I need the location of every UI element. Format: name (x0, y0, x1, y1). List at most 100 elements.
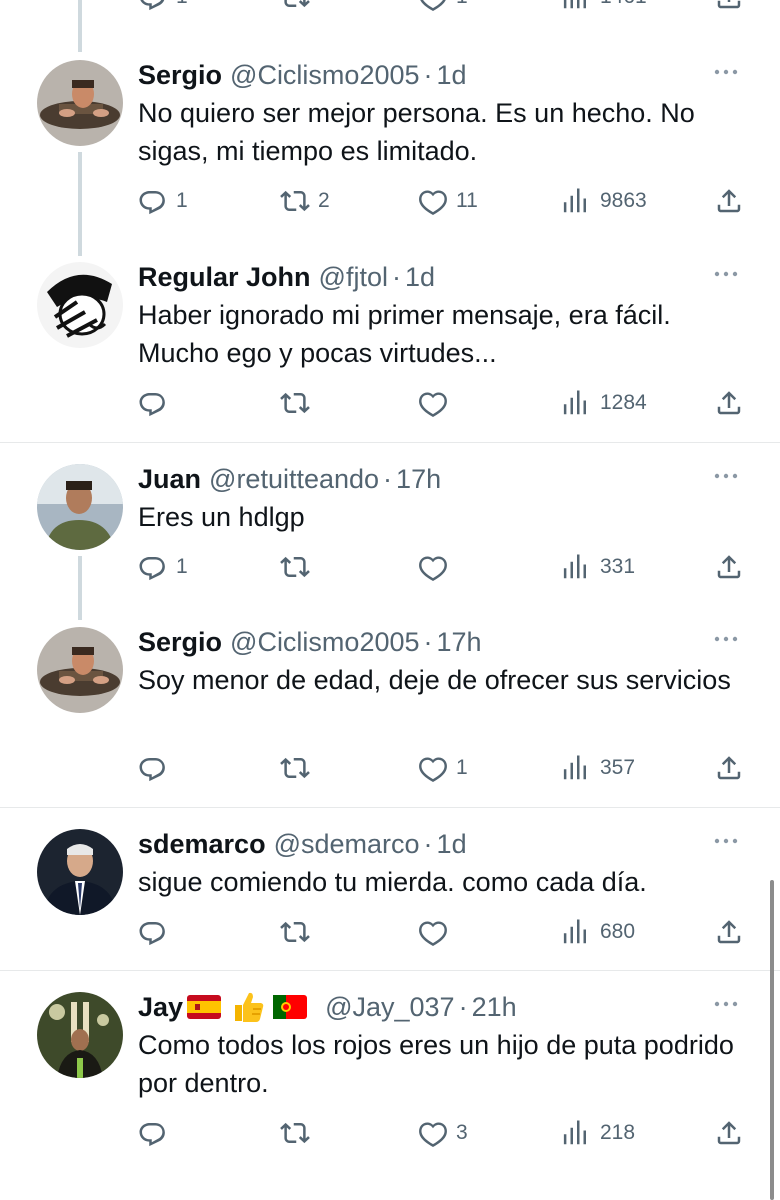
reply-button[interactable] (138, 917, 176, 947)
scrollbar[interactable] (770, 880, 774, 1200)
views-button[interactable]: 680 (562, 917, 635, 947)
heart-icon (418, 0, 448, 12)
user-handle[interactable]: @retuitteando (209, 464, 379, 495)
display-name[interactable]: sdemarco (138, 829, 266, 860)
more-icon[interactable] (714, 68, 738, 76)
avatar[interactable] (37, 60, 123, 146)
more-icon[interactable] (714, 1000, 738, 1008)
views-button[interactable]: 331 (562, 552, 635, 582)
separator-dot: · (423, 828, 433, 859)
portugal-flag-icon (273, 995, 308, 1019)
tweet-actions: 1 1 1461 (138, 0, 746, 12)
display-name[interactable]: Sergio (138, 627, 222, 658)
tweet-actions: 1 2 11 9863 (138, 186, 746, 216)
reply-icon (138, 753, 168, 783)
share-button[interactable] (714, 1118, 744, 1148)
reply-button[interactable]: 1 (138, 552, 188, 582)
reply-icon (138, 0, 168, 12)
retweet-button[interactable] (280, 552, 318, 582)
more-icon[interactable] (714, 635, 738, 643)
like-count: 1 (456, 756, 468, 779)
display-name[interactable]: Sergio (138, 60, 222, 91)
like-button[interactable]: 11 (418, 186, 478, 216)
like-button[interactable] (418, 552, 456, 582)
timestamp[interactable]: 17h (437, 627, 482, 658)
timestamp[interactable]: 17h (396, 464, 441, 495)
timestamp[interactable]: 1d (437, 60, 467, 91)
reply-button[interactable]: 1 (138, 186, 188, 216)
more-icon[interactable] (714, 837, 738, 845)
avatar[interactable] (37, 829, 123, 915)
display-name[interactable]: Regular John (138, 262, 311, 293)
share-icon (714, 186, 744, 216)
views-count: 1461 (600, 0, 647, 9)
tweet-header: Juan @retuitteando · 17h (138, 464, 740, 494)
timestamp[interactable]: 1d (405, 262, 435, 293)
avatar[interactable] (37, 262, 123, 348)
share-button[interactable] (714, 753, 744, 783)
reply-button[interactable]: 1 (138, 0, 188, 12)
reply-count: 1 (176, 555, 188, 578)
views-count: 9863 (600, 189, 647, 212)
views-button[interactable]: 1461 (562, 0, 647, 12)
retweet-icon (280, 753, 310, 783)
like-button[interactable]: 1 (418, 0, 468, 12)
views-count: 218 (600, 1121, 636, 1144)
tweet-header: sdemarco @sdemarco · 1d (138, 829, 740, 859)
user-handle[interactable]: @fjtol (319, 262, 388, 293)
views-button[interactable]: 357 (562, 753, 635, 783)
spain-flag-icon (187, 995, 222, 1019)
separator-dot: · (423, 626, 433, 657)
reply-button[interactable] (138, 753, 176, 783)
reply-icon (138, 186, 168, 216)
divider (0, 807, 780, 808)
retweet-button[interactable] (280, 753, 318, 783)
timestamp[interactable]: 21h (472, 992, 517, 1023)
views-button[interactable]: 218 (562, 1118, 635, 1148)
tweet-header: Sergio @Ciclismo2005 · 17h (138, 627, 740, 657)
user-handle[interactable]: @Jay_037 (325, 992, 455, 1023)
share-button[interactable] (714, 552, 744, 582)
user-handle[interactable]: @Ciclismo2005 (230, 627, 419, 658)
user-handle[interactable]: @sdemarco (274, 829, 420, 860)
retweet-button[interactable] (280, 917, 318, 947)
views-icon (562, 0, 592, 12)
retweet-icon (280, 186, 310, 216)
like-button[interactable] (418, 388, 456, 418)
tweet-text: Como todos los rojos eres un hijo de put… (138, 1030, 734, 1098)
retweet-button[interactable]: 2 (280, 186, 330, 216)
retweet-button[interactable] (280, 0, 310, 12)
heart-icon (418, 917, 448, 947)
share-button[interactable] (714, 0, 744, 12)
display-name[interactable]: Juan (138, 464, 201, 495)
reply-icon (138, 1118, 168, 1148)
share-button[interactable] (714, 917, 744, 947)
more-icon[interactable] (714, 472, 738, 480)
display-name[interactable]: Jay (138, 992, 183, 1023)
retweet-button[interactable] (280, 1118, 318, 1148)
like-button[interactable]: 1 (418, 753, 468, 783)
avatar[interactable] (37, 464, 123, 550)
views-icon (562, 552, 592, 582)
avatar[interactable] (37, 627, 123, 713)
like-button[interactable] (418, 917, 456, 947)
separator-dot: · (423, 59, 433, 90)
timestamp[interactable]: 1d (437, 829, 467, 860)
reply-button[interactable] (138, 1118, 176, 1148)
share-button[interactable] (714, 186, 744, 216)
like-button[interactable]: 3 (418, 1118, 468, 1148)
separator-dot: · (391, 261, 401, 292)
views-count: 331 (600, 555, 636, 578)
avatar[interactable] (37, 992, 123, 1078)
retweet-button[interactable] (280, 388, 318, 418)
user-handle[interactable]: @Ciclismo2005 (230, 60, 419, 91)
share-button[interactable] (714, 388, 744, 418)
views-icon (562, 1118, 592, 1148)
more-icon[interactable] (714, 270, 738, 278)
views-button[interactable]: 9863 (562, 186, 647, 216)
tweet-text: Soy menor de edad, deje de ofrecer sus s… (138, 665, 731, 695)
reply-button[interactable] (138, 388, 176, 418)
share-icon (714, 552, 744, 582)
share-icon (714, 0, 744, 12)
views-button[interactable]: 1284 (562, 388, 647, 418)
